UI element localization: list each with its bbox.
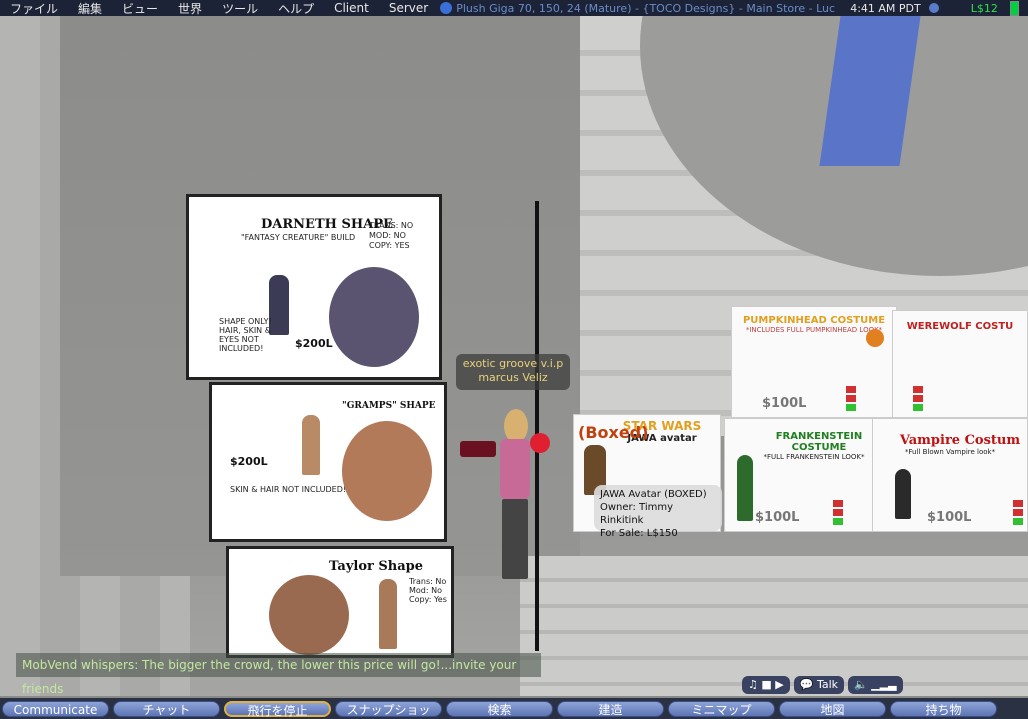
gramps-face — [342, 421, 432, 521]
minimap-button[interactable]: ミニマップ — [668, 700, 775, 717]
vendor-frankenstein[interactable]: FRANKENSTEIN COSTUME *FULL FRANKENSTEIN … — [724, 418, 884, 532]
globe-icon — [440, 2, 453, 14]
floor — [520, 556, 1028, 696]
talk-button[interactable]: 💬 Talk — [793, 676, 845, 694]
tooltip-line: JAWA Avatar (BOXED) — [600, 489, 707, 500]
vendor-title: WEREWOLF COSTU — [906, 321, 1014, 332]
media-controls[interactable]: ♫ ■ ▶ — [742, 676, 790, 694]
pumpkin-icon — [866, 329, 884, 347]
poster-title: Taylor Shape — [329, 559, 424, 574]
vendor-level-bars — [1013, 498, 1023, 525]
poster-price: $200L — [230, 455, 268, 468]
poster-perm: MOD: NO — [369, 231, 406, 240]
menu-file[interactable]: ファイル — [0, 0, 68, 17]
chat-button[interactable]: チャット — [113, 700, 220, 717]
vendor-title: PUMPKINHEAD COSTUME — [742, 315, 886, 326]
poster-perm: TRANS: NO — [369, 221, 414, 230]
avatar[interactable] — [460, 409, 550, 589]
tooltip-line: For Sale: L$150 — [600, 528, 678, 539]
body-figure — [302, 415, 320, 475]
menu-bar: ファイル 編集 ビュー 世界 ツール ヘルプ Client Server Plu… — [0, 0, 1028, 16]
avatar-body — [500, 439, 530, 499]
poster-perm: Trans: No — [409, 577, 447, 586]
avatar-hair — [504, 409, 528, 443]
vendor-badge: (Boxed) — [578, 423, 649, 442]
avatar-name-tag: exotic groove v.i.p marcus Veliz — [456, 354, 570, 390]
search-button[interactable]: 検索 — [446, 700, 553, 717]
hover-tooltip: JAWA Avatar (BOXED) Owner: Timmy Rinkiti… — [594, 485, 722, 539]
poster-perm: COPY: YES — [369, 241, 410, 250]
tooltip-line: Owner: Timmy Rinkitink — [600, 502, 674, 526]
vendor-level-bars — [913, 384, 923, 411]
vendor-subtitle: *FULL FRANKENSTEIN LOOK* — [763, 453, 865, 461]
communicate-button[interactable]: Communicate — [2, 700, 109, 717]
stop-flying-button[interactable]: 飛行を停止 — [224, 700, 331, 718]
music-note-icon[interactable]: ♫ — [748, 678, 758, 691]
bottom-toolbar: Communicate チャット 飛行を停止 スナップショッ 検索 建造 ミニマ… — [0, 698, 1028, 719]
avatar-red-orb — [530, 433, 550, 453]
poster-gramps-shape[interactable]: "GRAMPS" SHAPE $200L SKIN & HAIR NOT INC… — [209, 382, 447, 542]
frankenstein-figure — [737, 455, 753, 521]
menu-view[interactable]: ビュー — [112, 0, 168, 17]
avatar-legs — [502, 499, 528, 579]
chat-whisper: MobVend whispers: The bigger the crowd, … — [16, 653, 541, 696]
creature-face — [329, 267, 419, 367]
vendor-level-bars — [846, 384, 856, 411]
vendor-subtitle: *Full Blown Vampire look* — [904, 448, 996, 456]
speech-bubble-icon: 💬 — [799, 678, 814, 691]
vendor-vampire[interactable]: Vampire Costum *Full Blown Vampire look*… — [872, 418, 1028, 532]
menu-tools[interactable]: ツール — [212, 0, 268, 17]
voice-controls: ♫ ■ ▶ 💬 Talk 🔈 ▁▂▃ — [742, 676, 903, 696]
menu-client[interactable]: Client — [324, 1, 379, 15]
talk-label: Talk — [816, 678, 839, 691]
play-icon[interactable]: ▶ — [775, 678, 783, 691]
health-meter-icon — [1009, 0, 1019, 16]
menu-edit[interactable]: 編集 — [68, 0, 112, 17]
menu-help[interactable]: ヘルプ — [268, 0, 324, 17]
poster-price: $200L — [295, 337, 333, 350]
vendor-werewolf[interactable]: WEREWOLF COSTU — [892, 310, 1028, 418]
poster-note: SHAPE ONLY! HAIR, SKIN & EYES NOT INCLUD… — [219, 317, 272, 353]
vendor-title: FRANKENSTEIN COSTUME — [775, 431, 863, 453]
clock: 4:41 AM PDT — [850, 1, 921, 15]
stop-icon[interactable]: ■ — [761, 678, 771, 691]
vendor-level-bars — [833, 498, 843, 525]
linden-icon[interactable] — [928, 3, 939, 13]
vendor-price: $100L — [927, 510, 972, 525]
menu-world[interactable]: 世界 — [168, 0, 212, 17]
poster-perm: Copy: Yes — [409, 595, 447, 604]
poster-taylor-shape[interactable]: Taylor Shape Trans: No Mod: No Copy: Yes — [226, 546, 454, 658]
snapshot-button[interactable]: スナップショッ — [335, 700, 442, 717]
body-figure — [379, 579, 397, 649]
vampire-figure — [895, 469, 911, 519]
vendor-price: $100L — [755, 510, 800, 525]
vendor-pumpkinhead[interactable]: PUMPKINHEAD COSTUME *INCLUDES FULL PUMPK… — [731, 306, 897, 418]
menu-server[interactable]: Server — [379, 1, 438, 15]
vendor-title: Vampire Costum — [899, 433, 1021, 448]
poster-note: SKIN & HAIR NOT INCLUDED! — [230, 485, 347, 494]
poster-title: "GRAMPS" SHAPE — [342, 401, 436, 411]
map-button[interactable]: 地図 — [779, 700, 886, 717]
taylor-face — [269, 575, 349, 655]
vendor-price: $100L — [762, 396, 807, 411]
build-button[interactable]: 建造 — [557, 700, 664, 717]
poster-perm: Mod: No — [409, 586, 442, 595]
avatar-name: marcus Veliz — [478, 371, 548, 384]
speaker-icon: 🔈 — [854, 678, 868, 691]
balance[interactable]: L$12 — [971, 2, 998, 15]
poster-darneth-shape[interactable]: DARNETH SHAPE "FANTASY CREATURE" BUILD T… — [186, 194, 442, 380]
avatar-bag — [460, 441, 496, 457]
region-status[interactable]: Plush Giga 70, 150, 24 (Mature) - {TOCO … — [456, 2, 836, 15]
volume-control[interactable]: 🔈 ▁▂▃ — [848, 676, 903, 694]
avatar-group: exotic groove v.i.p — [462, 357, 564, 370]
poster-subtitle: "FANTASY CREATURE" BUILD — [241, 233, 356, 242]
inventory-button[interactable]: 持ち物 — [890, 700, 997, 717]
